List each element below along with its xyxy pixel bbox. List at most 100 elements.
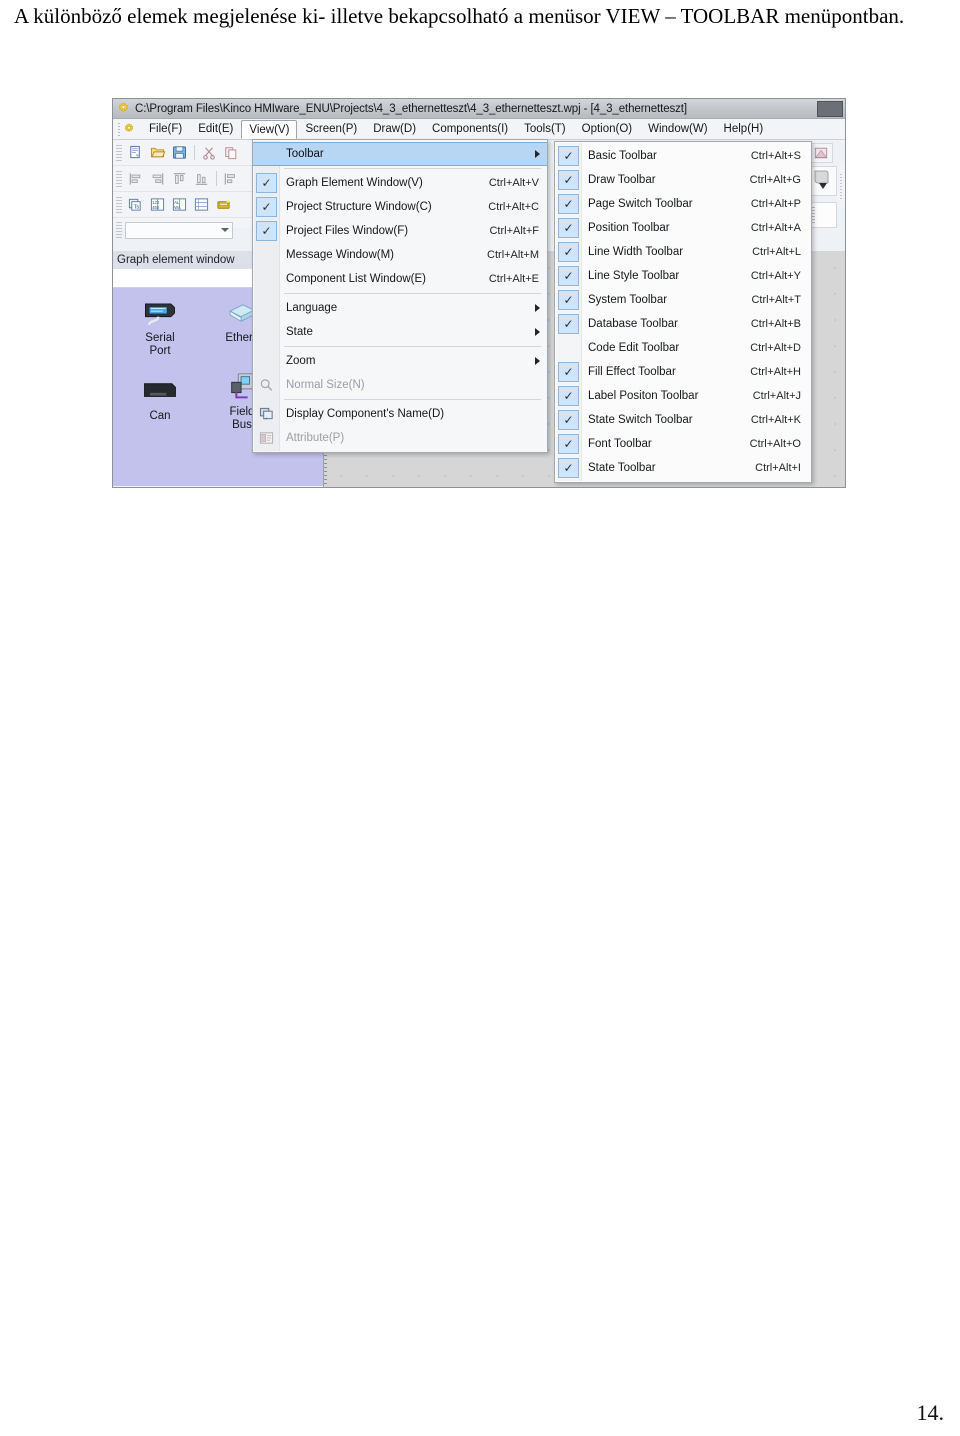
checkmark-icon[interactable]: ✓ bbox=[558, 434, 579, 454]
submenu-item-label: Code Edit Toolbar bbox=[588, 342, 680, 354]
toolbar-drag-handle[interactable] bbox=[116, 196, 122, 213]
checkmark-icon[interactable]: ✓ bbox=[558, 218, 579, 238]
zoom-combobox[interactable] bbox=[125, 221, 233, 239]
menu-item-display-components-name[interactable]: Display Component's Name(D) bbox=[253, 402, 547, 426]
cut-scissors-icon[interactable] bbox=[198, 143, 219, 163]
align-top-icon[interactable] bbox=[169, 169, 190, 189]
menu-separator bbox=[284, 168, 541, 169]
alarm-display-icon[interactable]: AL WA bbox=[169, 195, 190, 215]
zoom-combobox-row bbox=[113, 218, 261, 242]
checkmark-icon[interactable]: ✓ bbox=[256, 197, 277, 217]
menu-file[interactable]: File(F) bbox=[141, 119, 190, 139]
menu-item-label: Zoom bbox=[286, 355, 316, 367]
save-disk-icon[interactable] bbox=[169, 143, 190, 163]
submenu-item-page-switch-toolbar[interactable]: ✓ Page Switch Toolbar Ctrl+Alt+P bbox=[555, 192, 811, 216]
palette-item-can[interactable]: Can bbox=[127, 374, 193, 423]
text-layers-icon[interactable]: Ts bbox=[125, 195, 146, 215]
submenu-item-label: Label Positon Toolbar bbox=[588, 390, 699, 402]
checkmark-icon[interactable]: ✓ bbox=[256, 173, 277, 193]
submenu-item-code-edit-toolbar[interactable]: Code Edit Toolbar Ctrl+Alt+D bbox=[555, 336, 811, 360]
submenu-item-draw-toolbar[interactable]: ✓ Draw Toolbar Ctrl+Alt+G bbox=[555, 168, 811, 192]
checkmark-icon[interactable]: ✓ bbox=[558, 146, 579, 166]
checkmark-icon[interactable]: ✓ bbox=[558, 410, 579, 430]
data-record-icon[interactable] bbox=[191, 195, 212, 215]
submenu-item-accelerator: Ctrl+Alt+D bbox=[750, 342, 801, 354]
toolbar-drag-handle[interactable] bbox=[116, 170, 122, 187]
menu-screen[interactable]: Screen(P) bbox=[297, 119, 365, 139]
align-left-icon[interactable] bbox=[125, 169, 146, 189]
checkmark-icon[interactable]: ✓ bbox=[558, 386, 579, 406]
checkmark-icon[interactable]: ✓ bbox=[256, 221, 277, 241]
menu-item-project-files-window[interactable]: ✓ Project Files Window(F) Ctrl+Alt+F bbox=[253, 219, 547, 243]
right-toolbar-button-1[interactable] bbox=[811, 143, 833, 163]
align-right-icon[interactable] bbox=[147, 169, 168, 189]
menu-item-graph-element-window[interactable]: ✓ Graph Element Window(V) Ctrl+Alt+V bbox=[253, 171, 547, 195]
menu-item-component-list-window[interactable]: Component List Window(E) Ctrl+Alt+E bbox=[253, 267, 547, 291]
menu-separator bbox=[284, 346, 541, 347]
components-toolbar: Ts 123 456 AL WA bbox=[113, 192, 261, 218]
checkmark-icon[interactable]: ✓ bbox=[558, 290, 579, 310]
submenu-item-label: Fill Effect Toolbar bbox=[588, 366, 676, 378]
submenu-item-accelerator: Ctrl+Alt+B bbox=[750, 318, 801, 330]
menu-item-state[interactable]: State bbox=[253, 320, 547, 344]
palette-item-label-2: Port bbox=[149, 345, 171, 357]
submenu-item-system-toolbar[interactable]: ✓ System Toolbar Ctrl+Alt+T bbox=[555, 288, 811, 312]
submenu-item-database-toolbar[interactable]: ✓ Database Toolbar Ctrl+Alt+B bbox=[555, 312, 811, 336]
submenu-item-accelerator: Ctrl+Alt+K bbox=[750, 414, 801, 426]
chevron-down-icon[interactable] bbox=[221, 228, 229, 232]
submenu-item-label: State Switch Toolbar bbox=[588, 414, 693, 426]
numeric-display-icon[interactable]: 123 456 bbox=[147, 195, 168, 215]
new-file-icon[interactable] bbox=[125, 143, 146, 163]
submenu-item-font-toolbar[interactable]: ✓ Font Toolbar Ctrl+Alt+O bbox=[555, 432, 811, 456]
view-dropdown-menu[interactable]: Toolbar ✓ Graph Element Window(V) Ctrl+A… bbox=[252, 139, 548, 453]
menu-item-message-window[interactable]: Message Window(M) Ctrl+Alt+M bbox=[253, 243, 547, 267]
menu-separator bbox=[284, 399, 541, 400]
submenu-item-label: Page Switch Toolbar bbox=[588, 198, 693, 210]
checkmark-icon[interactable]: ✓ bbox=[558, 458, 579, 478]
toolbar-drag-handle[interactable] bbox=[116, 222, 122, 238]
palette-item-label: Can bbox=[149, 410, 171, 422]
menu-window[interactable]: Window(W) bbox=[640, 119, 715, 139]
submenu-item-label: Basic Toolbar bbox=[588, 150, 657, 162]
submenu-item-fill-effect-toolbar[interactable]: ✓ Fill Effect Toolbar Ctrl+Alt+H bbox=[555, 360, 811, 384]
window-controls[interactable] bbox=[817, 100, 843, 117]
toolbar-submenu[interactable]: ✓ Basic Toolbar Ctrl+Alt+S ✓ Draw Toolba… bbox=[554, 141, 812, 483]
menu-option[interactable]: Option(O) bbox=[574, 119, 641, 139]
menu-item-accelerator: Ctrl+Alt+C bbox=[488, 201, 539, 213]
copy-pages-icon[interactable] bbox=[220, 143, 241, 163]
palette-item-serial-port[interactable]: Serial Port bbox=[127, 296, 193, 358]
distribute-icon[interactable] bbox=[220, 169, 241, 189]
align-bottom-icon[interactable] bbox=[191, 169, 212, 189]
basic-toolbar bbox=[113, 140, 261, 166]
checkmark-icon[interactable]: ✓ bbox=[558, 170, 579, 190]
submenu-item-state-switch-toolbar[interactable]: ✓ State Switch Toolbar Ctrl+Alt+K bbox=[555, 408, 811, 432]
submenu-item-label-positon-toolbar[interactable]: ✓ Label Positon Toolbar Ctrl+Alt+J bbox=[555, 384, 811, 408]
checkmark-icon[interactable]: ✓ bbox=[558, 362, 579, 382]
menu-help[interactable]: Help(H) bbox=[716, 119, 772, 139]
menu-draw[interactable]: Draw(D) bbox=[365, 119, 424, 139]
menu-edit[interactable]: Edit(E) bbox=[190, 119, 241, 139]
open-folder-icon[interactable] bbox=[147, 143, 168, 163]
submenu-item-state-toolbar[interactable]: ✓ State Toolbar Ctrl+Alt+I bbox=[555, 456, 811, 480]
menu-item-accelerator: Ctrl+Alt+E bbox=[488, 273, 539, 285]
menu-components[interactable]: Components(I) bbox=[424, 119, 516, 139]
menu-view[interactable]: View(V) bbox=[241, 120, 298, 139]
submenu-item-line-width-toolbar[interactable]: ✓ Line Width Toolbar Ctrl+Alt+L bbox=[555, 240, 811, 264]
submenu-item-position-toolbar[interactable]: ✓ Position Toolbar Ctrl+Alt+A bbox=[555, 216, 811, 240]
menu-item-language[interactable]: Language bbox=[253, 296, 547, 320]
menubar-drag-handle[interactable] bbox=[115, 119, 122, 139]
checkmark-icon[interactable]: ✓ bbox=[558, 314, 579, 334]
submenu-item-line-style-toolbar[interactable]: ✓ Line Style Toolbar Ctrl+Alt+Y bbox=[555, 264, 811, 288]
toolbar-drag-handle[interactable] bbox=[116, 144, 122, 161]
checkmark-icon[interactable]: ✓ bbox=[558, 242, 579, 262]
menu-item-toolbar[interactable]: Toolbar bbox=[253, 142, 547, 166]
submenu-item-basic-toolbar[interactable]: ✓ Basic Toolbar Ctrl+Alt+S bbox=[555, 144, 811, 168]
keypad-icon[interactable] bbox=[213, 195, 234, 215]
menu-item-project-structure-window[interactable]: ✓ Project Structure Window(C) Ctrl+Alt+C bbox=[253, 195, 547, 219]
menu-tools[interactable]: Tools(T) bbox=[516, 119, 574, 139]
checkmark-icon[interactable]: ✓ bbox=[558, 194, 579, 214]
menu-item-zoom[interactable]: Zoom bbox=[253, 349, 547, 373]
application-window-screenshot: C:\Program Files\Kinco HMIware_ENU\Proje… bbox=[112, 98, 846, 488]
submenu-item-label: State Toolbar bbox=[588, 462, 656, 474]
checkmark-icon[interactable]: ✓ bbox=[558, 266, 579, 286]
